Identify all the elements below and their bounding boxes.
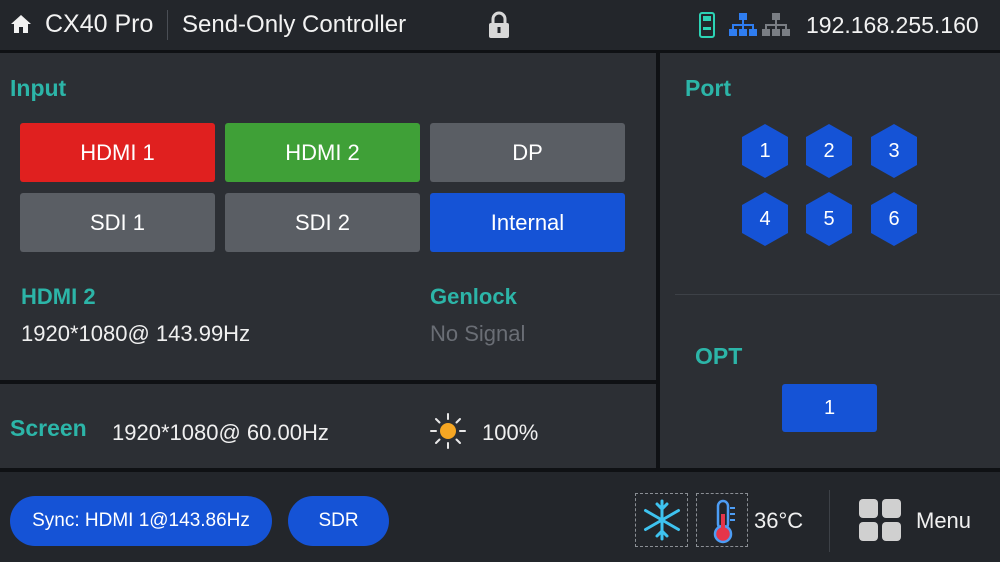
port-number: 6 (888, 207, 900, 230)
title-separator (167, 10, 168, 40)
port-button-5[interactable]: 5 (804, 191, 854, 247)
port-number: 2 (823, 139, 835, 162)
brightness-icon[interactable] (429, 412, 467, 450)
brightness-value: 100% (482, 420, 539, 445)
network-icon (762, 13, 790, 36)
opt-port-button-1[interactable]: 1 (782, 384, 877, 432)
menu-button[interactable]: Menu (916, 508, 971, 534)
active-source-resolution: 1920*1080@ 143.99Hz (21, 321, 251, 346)
sdr-button[interactable]: SDR (288, 496, 389, 546)
device-name: CX40 Pro (45, 10, 154, 38)
network-icon (729, 13, 757, 36)
source-button-sdi1[interactable]: SDI 1 (20, 193, 215, 252)
source-button-hdmi2[interactable]: HDMI 2 (225, 123, 420, 182)
input-panel: Input HDMI 1 HDMI 2 DP SDI 1 SDI 2 Inter… (0, 53, 656, 380)
thermometer-icon (713, 499, 735, 544)
screen-resolution: 1920*1080@ 60.00Hz (112, 420, 329, 445)
temperature-value: 36°C (754, 508, 804, 533)
temperature-status[interactable] (696, 493, 748, 547)
active-source-label: HDMI 2 (21, 284, 96, 309)
sync-status-button[interactable]: Sync: HDMI 1@143.86Hz (10, 496, 272, 546)
bottom-separator (829, 490, 830, 552)
home-icon[interactable] (9, 12, 33, 36)
genlock-status: No Signal (430, 321, 526, 346)
source-button-dp[interactable]: DP (430, 123, 625, 182)
port-divider (675, 294, 1000, 295)
screen-panel: Screen 1920*1080@ 60.00Hz 100% (0, 384, 656, 468)
screen-label: Screen (10, 415, 87, 441)
lock-icon[interactable] (486, 10, 512, 40)
snowflake-icon (644, 499, 680, 541)
top-bar: CX40 Pro Send-Only Controller 192.168.25… (0, 0, 1000, 50)
ip-address: 192.168.255.160 (806, 12, 979, 38)
port-button-6[interactable]: 6 (869, 191, 919, 247)
port-button-1[interactable]: 1 (740, 123, 790, 179)
opt-title: OPT (695, 343, 743, 369)
input-title: Input (10, 75, 67, 101)
menu-icon[interactable] (858, 498, 902, 542)
source-button-hdmi1[interactable]: HDMI 1 (20, 123, 215, 182)
port-button-2[interactable]: 2 (804, 123, 854, 179)
mode-title: Send-Only Controller (182, 11, 407, 38)
genlock-label: Genlock (430, 284, 517, 309)
fan-status[interactable] (635, 493, 688, 547)
port-number: 4 (759, 207, 771, 230)
usb-icon (699, 12, 715, 38)
port-title: Port (685, 75, 731, 101)
port-number: 5 (823, 207, 835, 230)
port-button-4[interactable]: 4 (740, 191, 790, 247)
port-number: 1 (759, 139, 771, 162)
source-button-internal[interactable]: Internal (430, 193, 625, 252)
source-button-sdi2[interactable]: SDI 2 (225, 193, 420, 252)
port-button-3[interactable]: 3 (869, 123, 919, 179)
port-number: 3 (888, 139, 900, 162)
